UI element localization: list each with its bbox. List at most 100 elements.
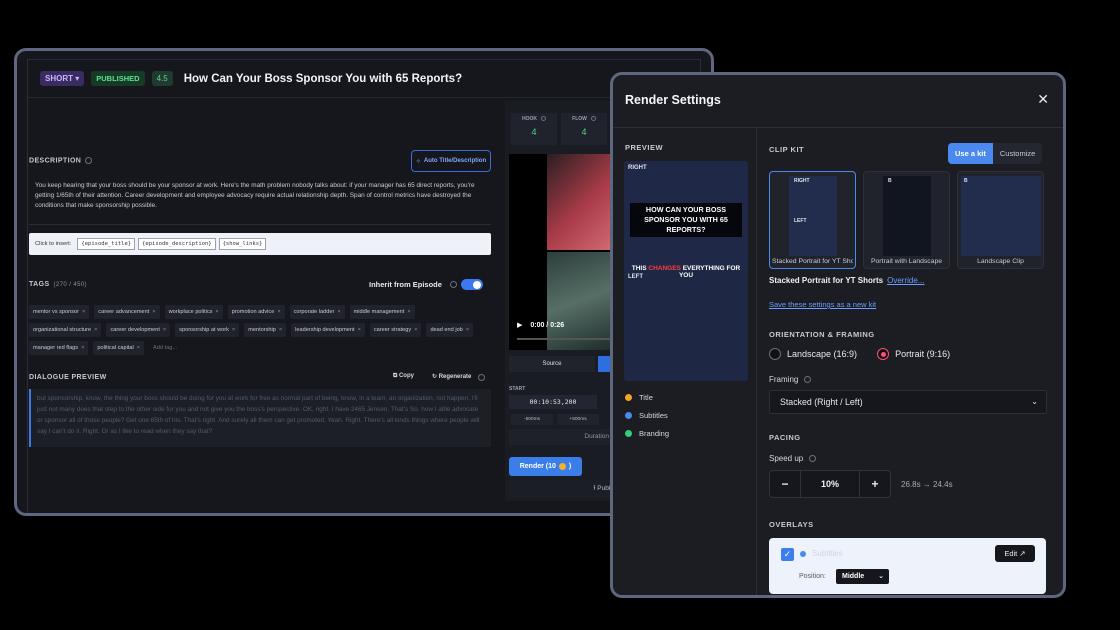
play-icon[interactable]: ▶ (517, 322, 522, 329)
override-link[interactable]: Override... (887, 276, 924, 285)
info-icon (449, 281, 457, 288)
tag-chip: workplace politics × (164, 305, 223, 319)
remove-tag-icon[interactable]: × (277, 309, 280, 315)
dialogue-label: DIALOGUE PREVIEW (29, 374, 107, 381)
tag-chip: career development × (106, 323, 171, 337)
kit-name: Landscape Clip (977, 258, 1024, 265)
overlay-item-subtitles: ✓ Subtitles Edit ↗ Position: Middle ⌄ (769, 538, 1046, 594)
description-textarea[interactable]: You keep hearing that your boss should b… (29, 179, 491, 225)
clip-kit-label: CLIP KIT (769, 145, 805, 154)
edit-overlay-button[interactable]: Edit ↗ (995, 545, 1035, 562)
portrait-radio[interactable]: Portrait (9:16) (877, 348, 950, 360)
hook-value: 4 (531, 127, 537, 137)
check-icon[interactable]: ✓ (781, 548, 794, 561)
kit-thumbnail (789, 176, 837, 256)
auto-title-label: Auto Title/Description (423, 158, 487, 164)
remove-tag-icon[interactable]: × (232, 327, 235, 333)
branding-color-dot (625, 430, 632, 437)
tag-chip: organizational structure × (29, 323, 102, 337)
insert-token-show-links[interactable]: {show_links} (218, 238, 267, 250)
start-time-input[interactable]: 00:10:53,200 (509, 395, 597, 409)
copy-button[interactable]: ⧉ Copy (393, 373, 414, 380)
preview-left-tag: LEFT (628, 274, 643, 280)
score-badge: 4.5 (151, 71, 173, 86)
tag-chip: middle management × (349, 305, 415, 319)
duration-label: Duration (509, 429, 611, 445)
remove-tag-icon[interactable]: × (407, 309, 410, 315)
render-button[interactable]: Render (10 ) (509, 457, 582, 476)
inherit-toggle[interactable] (460, 279, 483, 290)
info-icon (804, 376, 812, 384)
speed-increase-button[interactable]: + (860, 471, 890, 497)
preview-label: PREVIEW (625, 143, 664, 152)
publish-button[interactable]: ⭱ Publis (509, 480, 619, 498)
customize-button[interactable]: Customize (993, 143, 1042, 164)
tag-chip: leadership development × (291, 323, 365, 337)
tab-source[interactable]: Source (509, 356, 595, 372)
regenerate-button[interactable]: ↻ Regenerate (432, 373, 471, 380)
kit-thumbnail (883, 176, 931, 256)
hook-metric: HOOK 4 (511, 113, 557, 145)
save-kit-link[interactable]: Save these settings as a new kit (769, 300, 876, 309)
dialogue-preview-text: but sponsorship, know, the thing your bo… (29, 389, 491, 447)
use-kit-button[interactable]: Use a kit (948, 143, 993, 164)
legend-branding: Branding (625, 429, 669, 438)
tag-chip: sponsorship at work × (175, 323, 240, 337)
kit-card-landscape[interactable]: B Landscape Clip (957, 171, 1044, 269)
inherit-toggle-row: Inherit from Episode (369, 279, 483, 290)
insert-token-episode-title[interactable]: {episode_title} (77, 238, 136, 250)
render-paren: ) (568, 463, 572, 470)
preview-subtitle: THIS CHANGES EVERYTHING FOR YOU (631, 265, 741, 279)
tag-chip: career advancement × (94, 305, 160, 319)
speed-decrease-button[interactable]: − (770, 471, 800, 497)
add-tag-input[interactable]: Add tag... (149, 341, 181, 355)
info-icon (809, 455, 817, 463)
remove-tag-icon[interactable]: × (414, 327, 417, 333)
description-label: DESCRIPTION (29, 157, 93, 164)
short-badge[interactable]: SHORT ▾ (40, 71, 85, 86)
nudge-plus-button[interactable]: +500ms (557, 414, 599, 425)
info-icon (590, 116, 596, 122)
divider (613, 127, 1063, 128)
remove-tag-icon[interactable]: × (137, 345, 140, 351)
remove-tag-icon[interactable]: × (466, 327, 469, 333)
clip-header: SHORT ▾ PUBLISHED 4.5 How Can Your Boss … (28, 60, 700, 98)
inherit-label: Inherit from Episode (369, 280, 442, 289)
remove-tag-icon[interactable]: × (215, 309, 218, 315)
remove-tag-icon[interactable]: × (82, 309, 85, 315)
remove-tag-icon[interactable]: × (279, 327, 282, 333)
remove-tag-icon[interactable]: × (152, 309, 155, 315)
speed-value[interactable]: 10% (800, 471, 860, 497)
landscape-radio[interactable]: Landscape (16:9) (769, 348, 857, 360)
video-time: 0:00 / 0:26 (530, 322, 565, 329)
nudge-minus-button[interactable]: -500ms (511, 414, 553, 425)
position-label: Position: (799, 573, 826, 580)
info-icon (478, 374, 485, 381)
framing-select[interactable]: Stacked (Right / Left) ⌄ (769, 390, 1047, 414)
modal-title: Render Settings (625, 93, 721, 107)
speed-result: 26.8s → 24.4s (901, 480, 953, 489)
close-icon[interactable]: ✕ (1037, 91, 1049, 108)
orientation-options: Landscape (16:9) Portrait (9:16) (769, 348, 950, 360)
framing-label: Framing (769, 375, 812, 384)
video-controls: ▶ 0:00 / 0:26 (517, 321, 564, 329)
kit-thumbnail (961, 176, 1041, 256)
remove-tag-icon[interactable]: × (358, 327, 361, 333)
remove-tag-icon[interactable]: × (94, 327, 97, 333)
page-title: How Can Your Boss Sponsor You with 65 Re… (183, 72, 463, 85)
insert-token-episode-description[interactable]: {episode_description} (138, 238, 216, 250)
remove-tag-icon[interactable]: × (81, 345, 84, 351)
auto-title-button[interactable]: ✧ Auto Title/Description (411, 150, 491, 172)
legend-subtitles: Subtitles (625, 411, 668, 420)
remove-tag-icon[interactable]: × (337, 309, 340, 315)
kit-mode-toggle: Use a kit Customize (948, 143, 1043, 164)
remove-tag-icon[interactable]: × (163, 327, 166, 333)
video-player[interactable]: ▶ 0:00 / 0:26 (509, 154, 611, 350)
kit-card-portrait-landscape[interactable]: B Portrait with Landscape (863, 171, 950, 269)
kit-card-stacked[interactable]: RIGHT LEFT Stacked Portrait for YT Short… (769, 171, 856, 269)
insert-bar: Click to insert: {episode_title} {episod… (29, 233, 491, 255)
video-progress[interactable] (517, 338, 611, 340)
speed-stepper: − 10% + (769, 470, 891, 498)
position-select[interactable]: Middle ⌄ (836, 569, 889, 584)
legend-title: Title (625, 393, 653, 402)
